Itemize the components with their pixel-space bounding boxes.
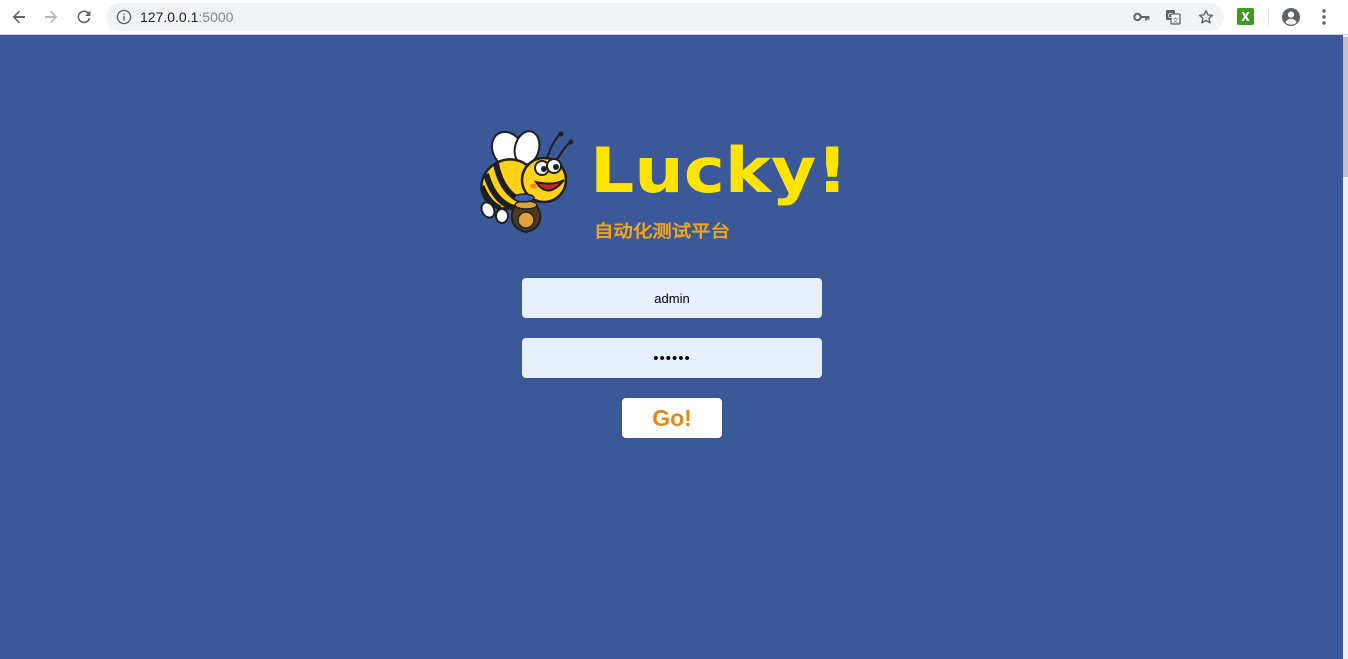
key-icon	[1132, 12, 1149, 22]
url-port: :5000	[198, 9, 234, 25]
password-input[interactable]	[522, 338, 822, 378]
page-scrollbar-thumb[interactable]	[1343, 37, 1348, 177]
reload-button[interactable]	[71, 4, 97, 30]
back-button[interactable]	[6, 4, 32, 30]
address-bar[interactable]: 127.0.0.1:5000 G 文	[106, 3, 1224, 31]
lucky-wordmark: Lucky!	[590, 134, 848, 207]
tagline-text: 自动化测试平台	[594, 221, 730, 242]
excel-extension-icon	[1241, 12, 1250, 21]
bookmark-button[interactable]	[1197, 8, 1215, 26]
arrow-right-icon	[45, 10, 58, 24]
bee-mascot-logo	[479, 130, 574, 234]
profile-button[interactable]	[1278, 4, 1304, 30]
forward-button[interactable]	[38, 4, 64, 30]
tagline-logo: 自动化测试平台	[594, 221, 730, 242]
url-text: 127.0.0.1:5000	[140, 9, 233, 25]
account-circle-icon	[1282, 8, 1300, 26]
url-host: 127.0.0.1	[140, 9, 199, 25]
arrow-left-icon	[12, 10, 25, 24]
three-dot-menu-icon	[1322, 9, 1326, 25]
reload-icon	[77, 10, 91, 24]
excel-extension-button[interactable]	[1237, 8, 1254, 25]
svg-text:文: 文	[1172, 16, 1179, 25]
translate-icon: G 文	[1166, 10, 1181, 25]
browser-menu-button[interactable]	[1311, 4, 1337, 30]
star-icon	[1198, 9, 1214, 24]
toolbar-divider	[1268, 9, 1269, 25]
wordmark-text: Lucky!	[590, 134, 848, 207]
username-input[interactable]	[522, 278, 822, 318]
translate-button[interactable]: G 文	[1164, 8, 1182, 26]
go-button[interactable]: Go!	[622, 398, 722, 438]
info-icon[interactable]	[116, 9, 132, 25]
browser-toolbar: 127.0.0.1:5000 G 文	[0, 0, 1348, 35]
saved-password-button[interactable]	[1132, 8, 1150, 26]
